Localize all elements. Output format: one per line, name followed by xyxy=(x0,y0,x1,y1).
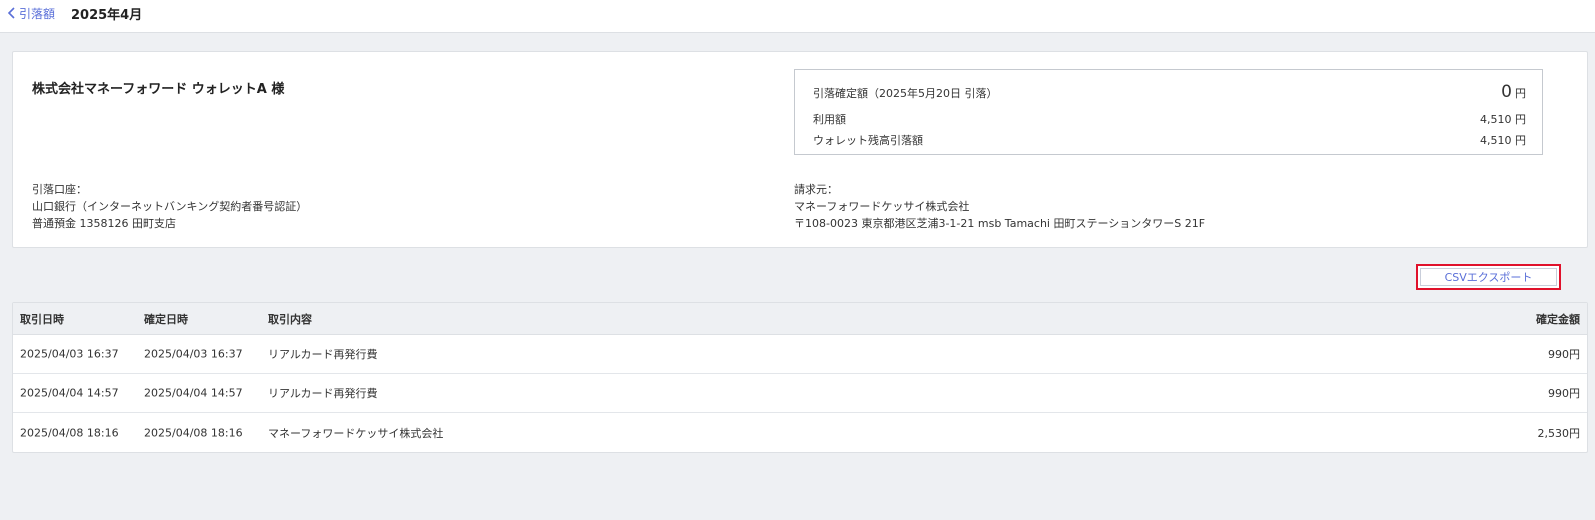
back-link[interactable]: 引落額 xyxy=(7,5,55,21)
confirmed-datetime: 2025/04/03 16:37 xyxy=(144,347,243,361)
usage-amount-value: 4,510 円 xyxy=(1480,113,1526,126)
page-title: 2025年4月 xyxy=(71,8,143,23)
transaction-content: マネーフォワードケッサイ株式会社 xyxy=(268,426,444,440)
table-row[interactable]: 2025/04/04 14:57 2025/04/04 14:57 リアルカード… xyxy=(13,374,1587,413)
usage-amount-row: 利用額 4,510 円 xyxy=(813,111,1526,127)
top-bar: 引落額 2025年4月 xyxy=(0,0,1595,33)
csv-export-highlight: CSVエクスポート xyxy=(1416,264,1561,290)
header-confirmed-datetime: 確定日時 xyxy=(144,312,188,326)
bank-account-info: 引落口座： 山口銀行（インターネットバンキング契約者番号認証） 普通預金 135… xyxy=(32,181,307,232)
confirmed-amount: 2,530円 xyxy=(1537,426,1581,440)
billing-line1: マネーフォワードケッサイ株式会社 xyxy=(794,200,970,213)
confirmed-amount: 990円 xyxy=(1548,387,1580,400)
bank-line2: 普通預金 1358126 田町支店 xyxy=(32,217,176,230)
confirmed-datetime: 2025/04/08 18:16 xyxy=(144,426,243,439)
header-transaction-datetime: 取引日時 xyxy=(20,312,64,326)
back-link-label[interactable]: 引落額 xyxy=(19,5,55,22)
confirmed-amount-unit: 円 xyxy=(1515,87,1526,100)
transactions-table: 取引日時 確定日時 取引内容 確定金額 2025/04/03 16:37 202… xyxy=(12,302,1588,453)
table-row[interactable]: 2025/04/03 16:37 2025/04/03 16:37 リアルカード… xyxy=(13,335,1587,374)
confirmed-amount-value: 0円 xyxy=(1501,82,1526,102)
wallet-amount-row: ウォレット残高引落額 4,510 円 xyxy=(813,132,1526,148)
transaction-datetime: 2025/04/03 16:37 xyxy=(20,347,119,361)
usage-amount-label: 利用額 xyxy=(813,113,846,126)
billing-label: 請求元： xyxy=(794,183,838,196)
header-transaction-content: 取引内容 xyxy=(268,312,312,326)
chevron-left-icon xyxy=(7,7,15,19)
bank-line1: 山口銀行（インターネットバンキング契約者番号認証） xyxy=(32,200,308,213)
confirmed-amount-row: 引落確定額（2025年5月20日 引落） 0円 xyxy=(813,82,1526,102)
header-confirmed-amount: 確定金額 xyxy=(1536,312,1580,326)
transaction-content: リアルカード再発行費 xyxy=(268,387,378,400)
confirmed-amount-number: 0 xyxy=(1501,82,1512,102)
confirmed-datetime: 2025/04/04 14:57 xyxy=(144,386,243,400)
billing-line2: 〒108-0023 東京都港区芝浦3-1-21 msb Tamachi 田町ステ… xyxy=(794,217,1206,230)
table-row[interactable]: 2025/04/08 18:16 2025/04/08 18:16 マネーフォワ… xyxy=(13,413,1587,452)
wallet-amount-value: 4,510 円 xyxy=(1480,134,1526,147)
transaction-datetime: 2025/04/04 14:57 xyxy=(20,386,119,400)
billing-info: 請求元： マネーフォワードケッサイ株式会社 〒108-0023 東京都港区芝浦3… xyxy=(794,181,1205,232)
amount-box: 引落確定額（2025年5月20日 引落） 0円 利用額 4,510 円 ウォレッ… xyxy=(794,69,1543,155)
table-header: 取引日時 確定日時 取引内容 確定金額 xyxy=(13,303,1587,335)
csv-export-button[interactable]: CSVエクスポート xyxy=(1420,268,1557,286)
confirmed-amount-label: 引落確定額（2025年5月20日 引落） xyxy=(813,87,998,100)
wallet-amount-label: ウォレット残高引落額 xyxy=(813,134,923,147)
transaction-content: リアルカード再発行費 xyxy=(268,348,378,361)
confirmed-amount: 990円 xyxy=(1548,348,1580,361)
transaction-datetime: 2025/04/08 18:16 xyxy=(20,426,119,439)
merchant-name: 株式会社マネーフォワード ウォレットA 様 xyxy=(32,82,285,97)
summary-card: 株式会社マネーフォワード ウォレットA 様 引落確定額（2025年5月20日 引… xyxy=(12,51,1588,248)
bank-label: 引落口座： xyxy=(32,183,87,196)
